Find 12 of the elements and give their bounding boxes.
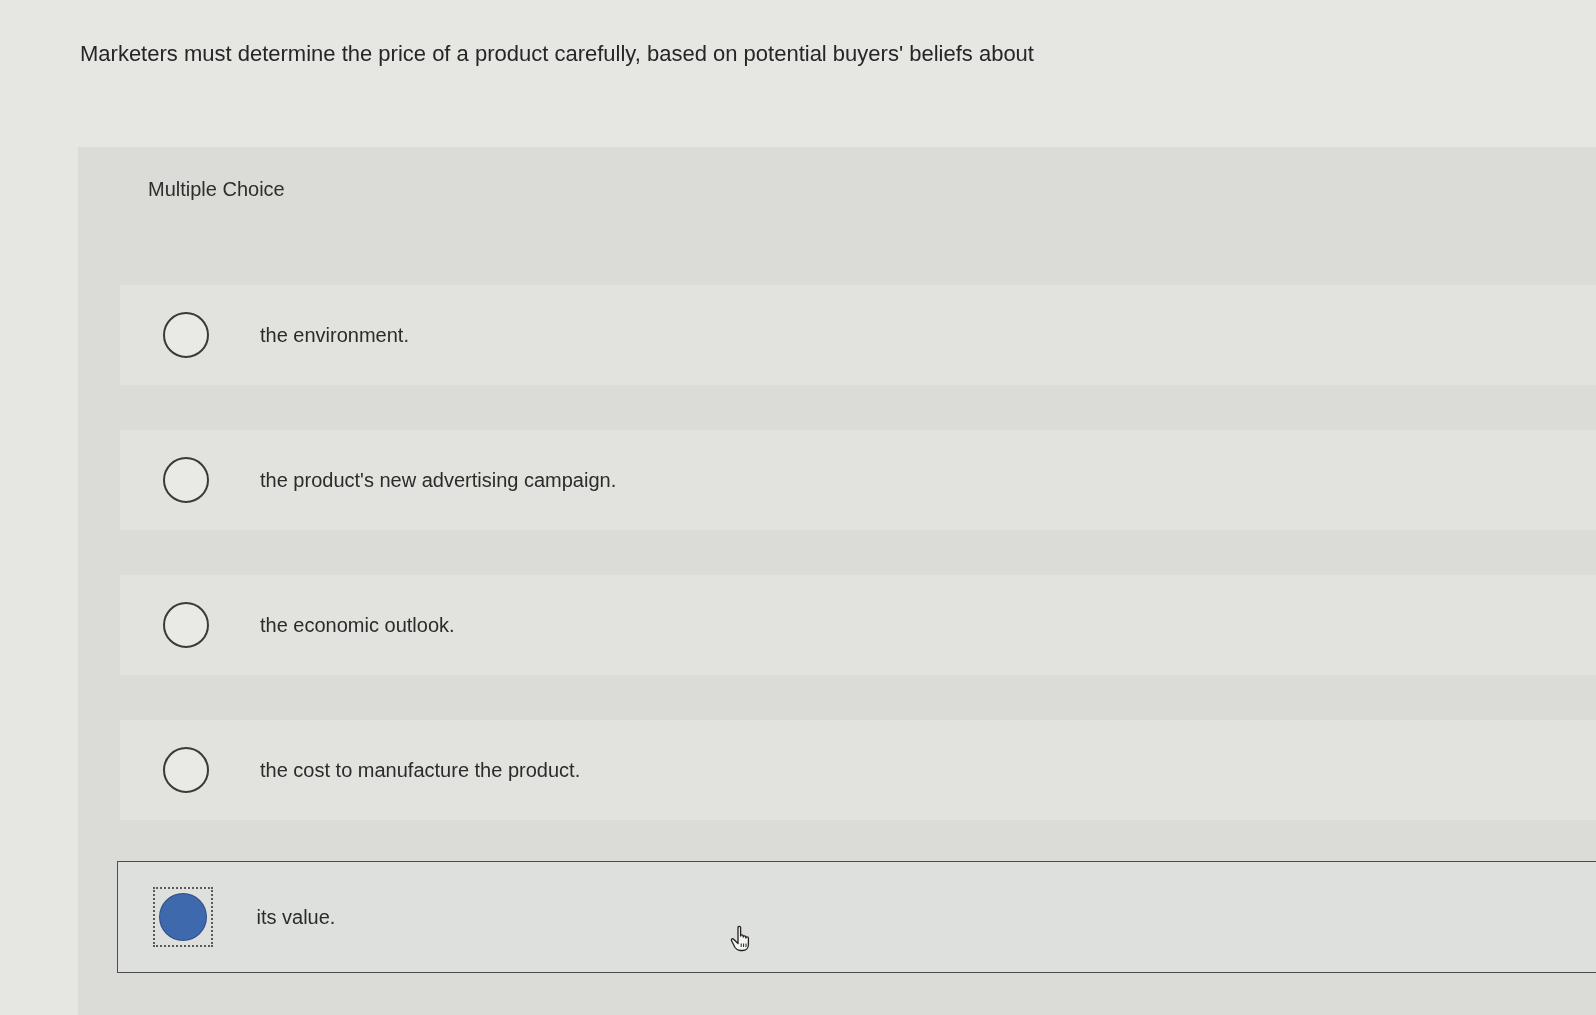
question-type-label: Multiple Choice <box>148 177 285 201</box>
radio-button[interactable] <box>163 747 209 793</box>
option-label: its value. <box>256 905 336 930</box>
radio-button[interactable] <box>163 312 209 358</box>
option-label: the environment. <box>260 323 409 348</box>
option-label: the product's new advertising campaign. <box>260 468 617 493</box>
option-label: the cost to manufacture the product. <box>260 758 581 783</box>
radio-button[interactable] <box>163 602 209 648</box>
radio-button[interactable] <box>163 457 209 503</box>
radio-button[interactable] <box>152 887 213 947</box>
option-label: the economic outlook. <box>260 613 455 638</box>
question-text: Marketers must determine the price of a product carefully, based on potential buyers' beliefs about <box>80 40 1034 68</box>
